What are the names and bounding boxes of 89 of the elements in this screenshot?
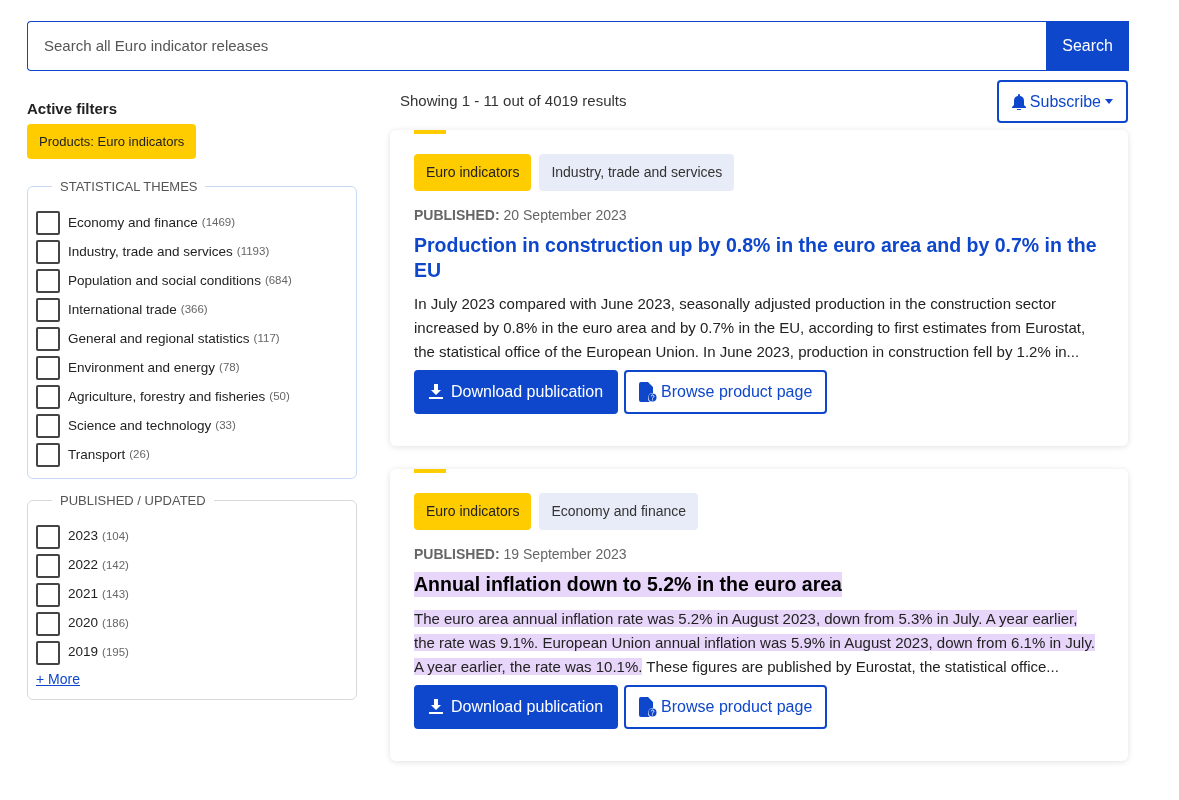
published-label: PUBLISHED: — [414, 545, 500, 564]
browse-button[interactable]: Browse product page — [624, 370, 828, 414]
option-label: Transport — [68, 445, 126, 464]
filter-option[interactable]: Environment and energy (78) — [36, 353, 348, 383]
option-label: 2022 — [68, 556, 99, 575]
accent-bar — [414, 130, 446, 134]
filter-option[interactable]: Population and social conditions (684) — [36, 266, 348, 296]
download-button[interactable]: Download publication — [414, 685, 619, 729]
option-count: (1193) — [236, 244, 270, 260]
checkbox[interactable] — [36, 611, 60, 636]
subscribe-button[interactable]: Subscribe — [996, 80, 1128, 123]
option-count: (195) — [102, 644, 129, 660]
option-label: Agriculture, forestry and fisheries — [68, 387, 266, 406]
checkbox[interactable] — [36, 582, 60, 607]
more-link[interactable]: + More — [36, 671, 80, 687]
checkbox[interactable] — [36, 269, 60, 293]
filter-option[interactable]: 2022 (142) — [36, 551, 348, 580]
search-field[interactable]: Search all Euro indicator releases — [27, 21, 1047, 71]
results-summary: Showing 1 - 11 out of 4019 results — [400, 90, 627, 111]
option-label: Environment and energy — [68, 358, 216, 377]
result-title[interactable]: Production in construction up by 0.8% in the euro area and by 0.7% in the EU — [414, 233, 1104, 283]
filter-option[interactable]: International trade (366) — [36, 295, 348, 325]
filter-group-title: PUBLISHED / UPDATED — [59, 491, 207, 510]
caret-icon — [1105, 99, 1113, 104]
option-count: (104) — [102, 528, 129, 544]
option-label: 2020 — [68, 614, 99, 633]
filter-option[interactable]: 2023 (104) — [36, 522, 348, 551]
accent-bar — [414, 469, 446, 473]
option-label: Industry, trade and services — [68, 242, 233, 261]
browse-button[interactable]: Browse product page — [624, 685, 828, 729]
checkbox[interactable] — [36, 211, 60, 235]
option-count: (78) — [219, 360, 240, 376]
option-label: General and regional statistics — [68, 329, 250, 348]
filter-option[interactable]: 2021 (143) — [36, 580, 348, 609]
option-label: Science and technology — [68, 416, 212, 435]
filter-option[interactable]: Science and technology (33) — [36, 411, 348, 441]
option-count: (117) — [253, 331, 280, 347]
checkbox[interactable] — [36, 443, 60, 467]
filter-option[interactable]: Agriculture, forestry and fisheries (50) — [36, 382, 348, 412]
published-date: 19 September 2023 — [503, 545, 627, 564]
option-label: 2023 — [68, 527, 99, 546]
published-label: PUBLISHED: — [414, 206, 500, 225]
checkbox[interactable] — [36, 524, 60, 549]
checkbox[interactable] — [36, 298, 60, 322]
option-count: (1469) — [201, 215, 236, 231]
active-filters-title: Active filters — [27, 99, 119, 119]
option-count: (684) — [264, 273, 292, 289]
filter-chip[interactable]: Products: Euro indicators — [27, 123, 197, 159]
document-question-icon — [639, 382, 658, 402]
tag[interactable]: Euro indicators — [414, 493, 532, 530]
option-count: (186) — [102, 615, 129, 631]
option-label: International trade — [68, 300, 177, 319]
download-button[interactable]: Download publication — [414, 370, 619, 414]
filter-option[interactable]: Industry, trade and services (1193) — [36, 237, 348, 267]
checkbox[interactable] — [36, 327, 60, 351]
tag[interactable]: Economy and finance — [539, 493, 699, 530]
option-count: (26) — [129, 447, 150, 463]
filter-option[interactable]: 2020 (186) — [36, 609, 348, 638]
download-icon — [429, 384, 443, 400]
checkbox[interactable] — [36, 356, 60, 380]
filter-group-title: STATISTICAL THEMES — [59, 178, 199, 196]
checkbox[interactable] — [36, 385, 60, 409]
result-description: In July 2023 compared with June 2023, seasonally adjusted production in the construction sector increased by 0.8% in the euro area and by 0.7% in the EU, according to first estimates from Eurostat, the statistical office of the European Union. In June 2023, production in construction fell by 1.2% in... — [414, 294, 1087, 362]
checkbox[interactable] — [36, 414, 60, 438]
option-count: (33) — [215, 418, 236, 434]
filter-option[interactable]: General and regional statistics (117) — [36, 324, 348, 354]
filter-option[interactable]: 2019 (195) — [36, 638, 348, 667]
option-label: Population and social conditions — [68, 271, 261, 290]
download-icon — [429, 699, 443, 715]
option-count: (366) — [180, 302, 208, 318]
tag[interactable]: Industry, trade and services — [539, 154, 735, 191]
option-count: (142) — [102, 557, 129, 573]
result-title[interactable]: Annual inflation down to 5.2% in the euro area — [414, 572, 842, 597]
option-count: (143) — [102, 586, 129, 602]
result-description: The euro area annual inflation rate was 5.2% in August 2023, down from 5.3% in July. A year earlier, the rate was 9.1%. European Union annual inflation was 5.9% in August 2023, down from 6.1% in July. A year earlier, the rate was 10.1%. These figures are published by Eurostat, the statistical office... — [414, 609, 1096, 677]
option-label: 2019 — [68, 643, 99, 662]
filter-option[interactable]: Economy and finance (1469) — [36, 208, 348, 238]
checkbox[interactable] — [36, 640, 60, 665]
tag[interactable]: Euro indicators — [414, 154, 532, 191]
checkbox[interactable] — [36, 553, 60, 578]
filter-option[interactable]: Transport (26) — [36, 440, 348, 470]
option-label: 2021 — [68, 585, 99, 604]
published-date: 20 September 2023 — [503, 206, 627, 225]
checkbox[interactable] — [36, 240, 60, 264]
bell-icon — [1011, 93, 1026, 110]
option-count: (50) — [269, 389, 290, 405]
option-label: Economy and finance — [68, 213, 198, 232]
document-question-icon — [639, 697, 658, 717]
search-button[interactable]: Search — [1046, 21, 1129, 71]
